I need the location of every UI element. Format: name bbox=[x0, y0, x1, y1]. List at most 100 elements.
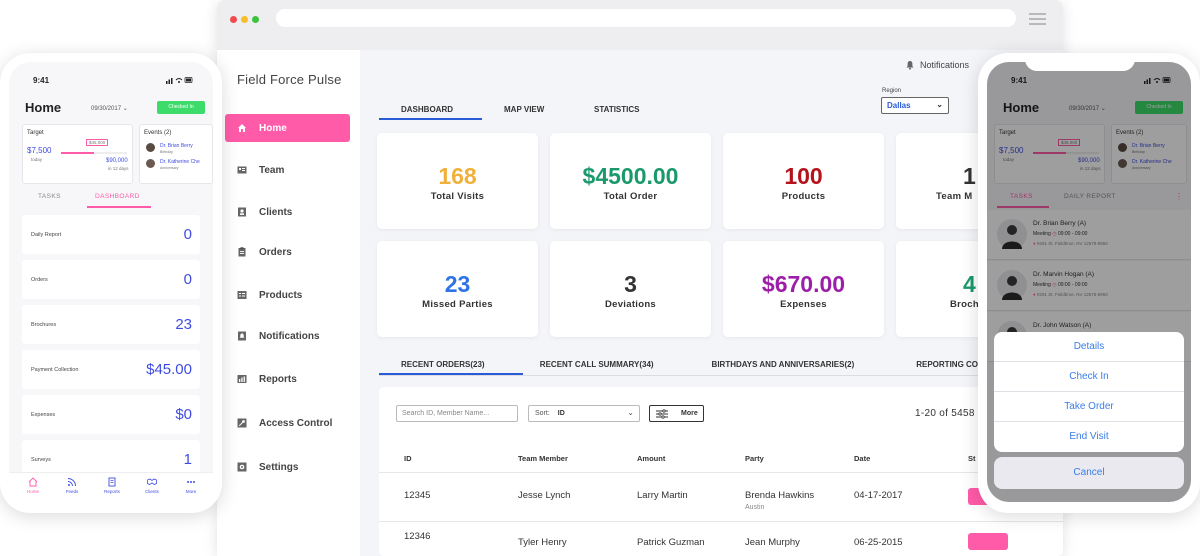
more-filters-button[interactable]: More bbox=[649, 405, 704, 422]
metric-value: 23 bbox=[175, 316, 192, 333]
nav-more[interactable]: More bbox=[176, 477, 206, 494]
column-header-party[interactable]: Party bbox=[745, 454, 764, 463]
sidebar-item-settings[interactable]: Settings bbox=[225, 453, 350, 481]
nav-home[interactable]: Home bbox=[18, 477, 48, 494]
stat-label: Expenses bbox=[780, 299, 827, 310]
stat-card-products[interactable]: 100 Products bbox=[723, 133, 884, 229]
home-icon bbox=[28, 477, 38, 487]
orders-tabs: RECENT ORDERS(23) RECENT CALL SUMMARY(34… bbox=[379, 356, 1063, 376]
details-option[interactable]: Details bbox=[994, 332, 1184, 362]
hamburger-menu-icon[interactable] bbox=[1029, 13, 1046, 25]
stat-value: $670.00 bbox=[761, 271, 846, 297]
maximize-window-dot[interactable] bbox=[252, 16, 259, 23]
column-header-id[interactable]: ID bbox=[404, 454, 412, 463]
tab-tasks[interactable]: TASKS bbox=[38, 193, 61, 200]
bell-icon bbox=[237, 331, 247, 341]
stat-card-expenses[interactable]: $670.00 Expenses bbox=[723, 241, 884, 337]
cancel-button[interactable]: Cancel bbox=[994, 457, 1184, 489]
column-header-status[interactable]: St bbox=[968, 454, 976, 463]
metric-label: Expenses bbox=[31, 412, 56, 418]
sort-value: ID bbox=[557, 410, 565, 417]
tab-recent-orders[interactable]: RECENT ORDERS(23) bbox=[379, 356, 523, 375]
target-card[interactable]: Target $7,500 today $45,000 $90,000 in 1… bbox=[22, 124, 133, 184]
cell-amount: Patrick Guzman bbox=[637, 537, 705, 548]
chevron-down-icon: ⌄ bbox=[122, 106, 128, 112]
bottom-nav: Home Feeds Reports Clients More bbox=[9, 472, 213, 502]
sidebar-item-label: Products bbox=[259, 289, 303, 301]
stat-value: 3 bbox=[624, 271, 637, 297]
minimize-window-dot[interactable] bbox=[241, 16, 248, 23]
metric-orders[interactable]: Orders 0 bbox=[22, 260, 200, 299]
column-header-team-member[interactable]: Team Member bbox=[518, 454, 568, 463]
sidebar-item-label: Reports bbox=[259, 373, 297, 385]
more-dots-icon bbox=[187, 481, 195, 483]
stat-label: Deviations bbox=[604, 299, 657, 310]
sidebar-item-team[interactable]: Team bbox=[225, 156, 350, 184]
search-input[interactable]: Search ID, Member Name... bbox=[396, 405, 518, 422]
cell-id: 12345 bbox=[404, 490, 431, 501]
metric-label: Payment Collection bbox=[31, 367, 79, 373]
sidebar-item-home[interactable]: Home bbox=[225, 114, 350, 142]
reports-icon bbox=[237, 374, 247, 384]
region-value: Dallas bbox=[887, 101, 911, 110]
tab-dashboard[interactable]: DASHBOARD bbox=[95, 193, 140, 200]
metric-payment-collection[interactable]: Payment Collection $45.00 bbox=[22, 350, 200, 389]
sidebar-item-reports[interactable]: Reports bbox=[225, 365, 350, 393]
tab-statistics[interactable]: STATISTICS bbox=[572, 102, 662, 120]
sidebar-item-notifications[interactable]: Notifications bbox=[225, 322, 350, 350]
end-visit-option[interactable]: End Visit bbox=[994, 422, 1184, 452]
notifications-link[interactable]: Notifications bbox=[905, 60, 969, 70]
column-header-amount[interactable]: Amount bbox=[637, 454, 665, 463]
metric-label: Daily Report bbox=[31, 232, 62, 238]
active-tab-indicator bbox=[87, 206, 151, 208]
sidebar-item-orders[interactable]: Orders bbox=[225, 238, 350, 266]
sort-select[interactable]: Sort: ID ⌄ bbox=[528, 405, 640, 422]
address-bar[interactable] bbox=[276, 9, 1016, 27]
sidebar-item-access-control[interactable]: Access Control bbox=[225, 409, 350, 437]
metric-expenses[interactable]: Expenses $0 bbox=[22, 395, 200, 434]
sidebar-item-clients[interactable]: Clients bbox=[225, 198, 350, 226]
gear-icon bbox=[237, 462, 247, 472]
target-sub: today bbox=[31, 157, 43, 162]
event-type: Anniversary bbox=[160, 166, 179, 170]
date-select[interactable]: 09/30/2017 ⌄ bbox=[91, 105, 128, 112]
sort-label: Sort: bbox=[535, 410, 550, 417]
app-title: Field Force Pulse bbox=[237, 72, 342, 87]
region-select[interactable]: Dallas ⌄ bbox=[881, 97, 949, 114]
pagination-info: 1-20 of 5458 bbox=[915, 408, 975, 419]
take-order-option[interactable]: Take Order bbox=[994, 392, 1184, 422]
stat-card-total-order[interactable]: $4500.00 Total Order bbox=[550, 133, 711, 229]
target-label: Target bbox=[27, 130, 44, 136]
phone-left: 9:41 Home 09/30/2017 ⌄ Checked In Target… bbox=[0, 53, 222, 513]
cell-team-member: Tyler Henry bbox=[518, 537, 567, 548]
tab-map-view[interactable]: MAP VIEW bbox=[482, 102, 572, 120]
events-card[interactable]: Events (2) Dr. Brian Berry Birthday Dr. … bbox=[139, 124, 213, 184]
checked-in-button[interactable]: Checked In bbox=[157, 101, 205, 114]
close-window-dot[interactable] bbox=[230, 16, 237, 23]
target-progress-track bbox=[61, 152, 127, 154]
phone-right: 9:41 Home 09/30/2017 ⌄ Checked In Target… bbox=[978, 53, 1200, 513]
nav-reports[interactable]: Reports bbox=[97, 477, 127, 494]
phone-left-screen: 9:41 Home 09/30/2017 ⌄ Checked In Target… bbox=[9, 62, 213, 502]
stat-card-missed-parties[interactable]: 23 Missed Parties bbox=[377, 241, 538, 337]
products-icon bbox=[237, 290, 247, 300]
sidebar-item-products[interactable]: Products bbox=[225, 281, 350, 309]
metric-brochures[interactable]: Brochures 23 bbox=[22, 305, 200, 344]
metric-daily-report[interactable]: Daily Report 0 bbox=[22, 215, 200, 254]
cell-id: 12346 bbox=[404, 531, 431, 542]
avatar bbox=[146, 159, 155, 168]
cell-party-city: Austin bbox=[745, 504, 765, 511]
stat-card-deviations[interactable]: 3 Deviations bbox=[550, 241, 711, 337]
tab-recent-call-summary[interactable]: RECENT CALL SUMMARY(34) bbox=[523, 356, 697, 375]
browser-window: Field Force Pulse Home Team Clients Orde… bbox=[217, 0, 1063, 556]
phone-right-screen: 9:41 Home 09/30/2017 ⌄ Checked In Target… bbox=[987, 62, 1191, 502]
nav-feeds[interactable]: Feeds bbox=[57, 477, 87, 494]
column-header-date[interactable]: Date bbox=[854, 454, 870, 463]
tab-birthdays-anniversaries[interactable]: BIRTHDAYS AND ANNIVERSARIES(2) bbox=[697, 356, 904, 375]
clients-icon bbox=[237, 207, 247, 217]
check-in-option[interactable]: Check In bbox=[994, 362, 1184, 392]
stat-card-total-visits[interactable]: 168 Total Visits bbox=[377, 133, 538, 229]
tab-dashboard[interactable]: DASHBOARD bbox=[379, 102, 482, 120]
notifications-label: Notifications bbox=[920, 60, 970, 70]
nav-clients[interactable]: Clients bbox=[137, 477, 167, 494]
